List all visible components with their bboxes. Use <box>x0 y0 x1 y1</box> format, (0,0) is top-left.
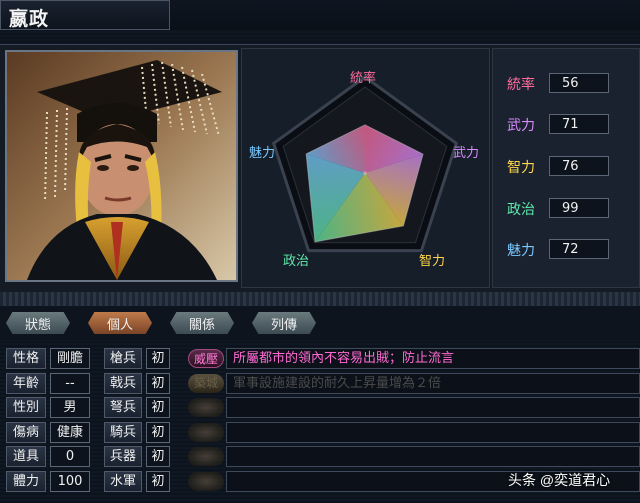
title-bar: 嬴政 <box>0 0 170 30</box>
radar-label-tongshuai: 統率 <box>350 71 377 86</box>
skill-description <box>226 446 640 467</box>
aptitude-label: 兵器 <box>104 446 142 467</box>
skill-description: 軍事設施建設的耐久上昇量增為２倍 <box>226 373 640 394</box>
personal-value: 100 <box>50 471 90 492</box>
aptitude-value: 初 <box>146 422 170 443</box>
stat-value: 71 <box>549 114 609 134</box>
stat-row-wuli: 武力 71 <box>493 114 640 136</box>
portrait-image <box>7 52 236 280</box>
stat-value: 99 <box>549 198 609 218</box>
aptitude-label: 槍兵 <box>104 348 142 369</box>
personal-label: 道具 <box>6 446 46 467</box>
stat-row-meili: 魅力 72 <box>493 239 640 261</box>
radar-label-zhili: 智力 <box>419 254 446 269</box>
tab-label: 列傳 <box>270 317 297 333</box>
aptitude-value: 初 <box>146 397 170 418</box>
personal-value: 0 <box>50 446 90 467</box>
stat-panel: 統率 56 武力 71 智力 76 政治 99 魅力 72 <box>492 48 640 288</box>
character-portrait <box>5 50 238 282</box>
aptitude-label: 水軍 <box>104 471 142 492</box>
skill-tag[interactable] <box>188 447 224 466</box>
skill-tag[interactable] <box>188 423 224 442</box>
personal-label: 性別 <box>6 397 46 418</box>
radar-label-meili: 魅力 <box>249 146 276 161</box>
aptitude-label: 騎兵 <box>104 422 142 443</box>
tab-biography[interactable]: 列傳 <box>252 312 316 334</box>
radar-label-wuli: 武力 <box>453 146 480 161</box>
tab-label: 關係 <box>188 317 215 333</box>
tab-personal[interactable]: 個人 <box>88 312 152 334</box>
skill-tag[interactable]: 威壓 <box>188 349 224 368</box>
stat-row-tongshuai: 統率 56 <box>493 73 640 95</box>
skill-tag[interactable]: 築城 <box>188 374 224 393</box>
aptitude-value: 初 <box>146 348 170 369</box>
stat-row-zhengzhi: 政治 99 <box>493 198 640 220</box>
personal-label: 傷病 <box>6 422 46 443</box>
personal-value: 健康 <box>50 422 90 443</box>
skill-tag[interactable] <box>188 472 224 491</box>
personal-value: -- <box>50 373 90 394</box>
skill-description <box>226 422 640 443</box>
aptitude-label: 弩兵 <box>104 397 142 418</box>
stat-label: 政治 <box>507 202 535 218</box>
radar-label-zhengzhi: 政治 <box>283 254 310 269</box>
tab-label: 個人 <box>106 317 133 333</box>
aptitude-value: 初 <box>146 471 170 492</box>
stat-value: 56 <box>549 73 609 93</box>
aptitude-value: 初 <box>146 446 170 467</box>
personal-label: 年齡 <box>6 373 46 394</box>
skill-description <box>226 397 640 418</box>
stat-label: 武力 <box>507 118 535 134</box>
skill-description: 所屬都市的領內不容易出賊；防止流言 <box>226 348 640 369</box>
watermark: 头条 @奕道君心 <box>508 472 611 488</box>
personal-label: 體力 <box>6 471 46 492</box>
stat-label: 智力 <box>507 160 535 176</box>
section-divider <box>0 292 640 306</box>
tab-status[interactable]: 狀態 <box>6 312 70 334</box>
top-strip <box>170 0 640 30</box>
stat-value: 72 <box>549 239 609 259</box>
character-name: 嬴政 <box>9 8 50 30</box>
stat-label: 魅力 <box>507 243 535 259</box>
stat-row-zhili: 智力 76 <box>493 156 640 178</box>
tab-relations[interactable]: 關係 <box>170 312 234 334</box>
skill-tag[interactable] <box>188 398 224 417</box>
personal-label: 性格 <box>6 348 46 369</box>
stat-label: 統率 <box>507 77 535 93</box>
personal-value: 男 <box>50 397 90 418</box>
ability-radar-chart: 統率 武力 智力 政治 魅力 <box>241 48 490 288</box>
tab-label: 狀態 <box>24 317 51 333</box>
aptitude-value: 初 <box>146 373 170 394</box>
stat-value: 76 <box>549 156 609 176</box>
aptitude-label: 戟兵 <box>104 373 142 394</box>
personal-value: 剛膽 <box>50 348 90 369</box>
